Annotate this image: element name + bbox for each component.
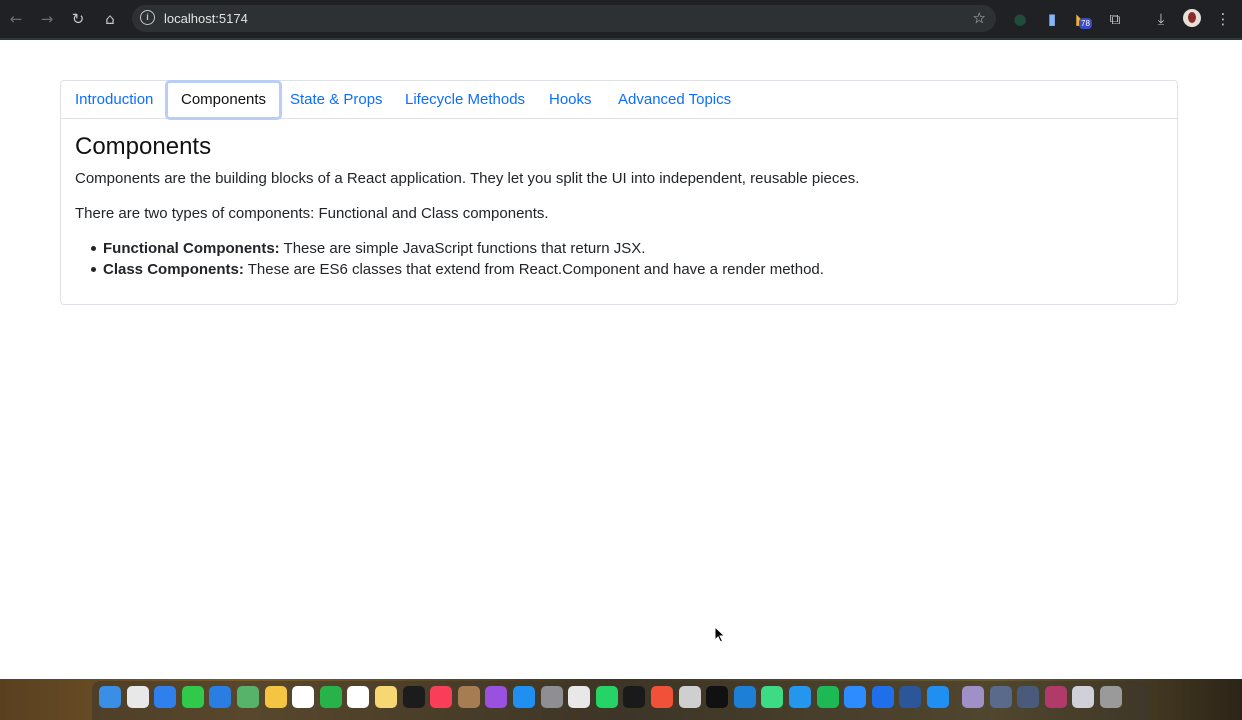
extension-green-icon[interactable]: ● <box>1010 9 1030 29</box>
vscode-icon[interactable] <box>733 686 756 708</box>
tab-introduction[interactable]: Introduction <box>75 81 153 118</box>
list-item-text: These are ES6 classes that extend from R… <box>243 261 824 278</box>
threads-icon[interactable] <box>706 686 729 708</box>
messages-icon[interactable] <box>181 686 204 708</box>
launchpad-icon[interactable] <box>126 686 149 708</box>
list-item: Class Components: These are ES6 classes … <box>75 259 824 280</box>
finder-folder-icon[interactable] <box>457 686 480 708</box>
tab-bar: Introduction Components State & Props Li… <box>61 80 1177 120</box>
system-settings-icon[interactable] <box>540 686 563 708</box>
android-studio-icon[interactable] <box>761 686 784 708</box>
finder-icon[interactable] <box>99 686 121 708</box>
tab-lifecycle-methods[interactable]: Lifecycle Methods <box>405 81 525 118</box>
maps-icon[interactable] <box>237 686 259 708</box>
intro-paragraph: Components are the building blocks of a … <box>75 170 860 187</box>
back-arrow-icon[interactable]: ← <box>6 9 26 29</box>
tv-icon[interactable] <box>402 686 425 708</box>
bookmark-star-icon[interactable]: ☆ <box>973 9 986 27</box>
terminal-icon[interactable] <box>623 686 646 708</box>
profile-avatar[interactable] <box>1183 9 1201 27</box>
url-text[interactable]: localhost:5174 <box>164 11 248 26</box>
content-card: Introduction Components State & Props Li… <box>60 80 1178 305</box>
docker-icon[interactable] <box>789 686 811 708</box>
extensions-puzzle-icon[interactable]: ⧉ <box>1105 9 1125 29</box>
extension-doc-icon[interactable]: ▮ <box>1042 9 1062 29</box>
screen-window-icon[interactable] <box>1017 686 1040 708</box>
safari-icon[interactable] <box>154 686 177 708</box>
calendar-icon[interactable] <box>292 686 315 708</box>
screen-window-icon[interactable] <box>1044 686 1067 708</box>
types-paragraph: There are two types of components: Funct… <box>75 205 549 222</box>
screen-window-icon[interactable] <box>989 686 1012 708</box>
notes-icon[interactable] <box>375 686 397 708</box>
list-item: Functional Components: These are simple … <box>75 238 824 259</box>
tab-state-props[interactable]: State & Props <box>290 81 383 118</box>
word-icon[interactable] <box>899 686 922 708</box>
tab-hooks[interactable]: Hooks <box>549 81 592 118</box>
facetime-icon[interactable] <box>319 686 342 708</box>
tab-panel: Components Components are the building b… <box>75 133 1163 278</box>
tab-advanced-topics[interactable]: Advanced Topics <box>618 81 731 118</box>
download-icon[interactable]: ⤓ <box>1151 9 1171 29</box>
list-item-term: Class Components: <box>103 261 244 278</box>
whatsapp-icon[interactable] <box>595 686 618 708</box>
reminders-icon[interactable] <box>347 686 370 708</box>
screen-window-icon[interactable] <box>962 686 984 708</box>
mail-icon[interactable] <box>209 686 232 708</box>
forward-arrow-icon[interactable]: → <box>37 9 57 29</box>
podcasts-icon[interactable] <box>485 686 508 708</box>
photos-icon[interactable] <box>264 686 287 708</box>
tab-components[interactable]: Components <box>165 80 283 120</box>
reload-icon[interactable]: ↻ <box>68 9 88 29</box>
trash-icon[interactable] <box>1100 686 1122 708</box>
music-icon[interactable] <box>430 686 453 708</box>
browser-toolbar: ← → ↻ ⌂ i localhost:5174 ☆ ● ▮ ◣ 78 ⧉ ⤓ … <box>0 0 1242 40</box>
screen-window-icon[interactable] <box>1072 686 1095 708</box>
swift-icon[interactable] <box>651 686 673 708</box>
list-item-text: These are simple JavaScript functions th… <box>279 240 646 257</box>
keynote-icon[interactable] <box>927 686 949 708</box>
roblox-icon[interactable] <box>678 686 701 708</box>
spotify-icon[interactable] <box>816 686 839 708</box>
zoom-icon[interactable] <box>844 686 867 708</box>
menu-kebab-icon[interactable]: ⋮ <box>1213 9 1233 29</box>
app-store-icon[interactable] <box>513 686 535 708</box>
address-bar[interactable]: i localhost:5174 ☆ <box>132 5 996 32</box>
home-icon[interactable]: ⌂ <box>100 9 120 29</box>
site-info-icon[interactable]: i <box>140 10 155 25</box>
tasks-icon[interactable] <box>871 686 894 708</box>
section-heading: Components <box>75 133 212 160</box>
list-item-term: Functional Components: <box>103 240 280 257</box>
component-types-list: Functional Components: These are simple … <box>75 238 824 280</box>
extension-badge: 78 <box>1079 18 1092 29</box>
mouse-cursor-icon <box>714 626 726 643</box>
chrome-icon[interactable] <box>568 686 591 708</box>
